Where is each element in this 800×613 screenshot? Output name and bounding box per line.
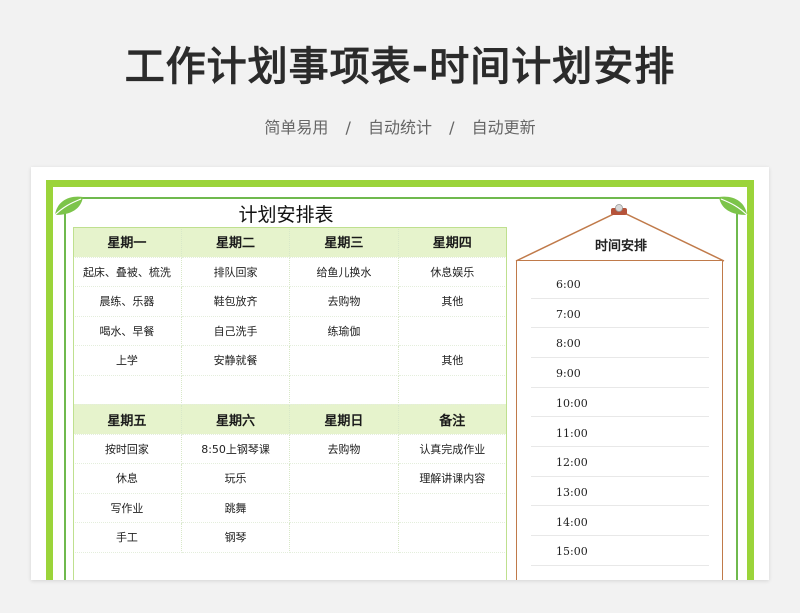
table-cell	[289, 375, 399, 405]
template-preview-card: 计划安排表 星期一 星期二 星期三 星期四 起床、叠被、梳洗 排队回家 给鱼儿换水 休息娱乐晨…	[31, 167, 769, 580]
time-row: 10:00	[531, 388, 709, 418]
table-cell: 起床、叠被、梳洗	[73, 257, 182, 287]
frame-line-right	[736, 207, 738, 580]
day-header-cell: 星期六	[181, 404, 291, 435]
page-title: 工作计划事项表-时间计划安排	[124, 44, 676, 90]
time-row: 6:00	[531, 269, 709, 299]
tag-auto-stats: 自动统计	[367, 118, 432, 137]
table-cell: 其他	[398, 286, 508, 317]
day-header-cell: 星期二	[181, 227, 291, 258]
table-cell: 认真完成作业	[398, 434, 508, 464]
table-cell	[289, 345, 399, 376]
frame-line-top	[75, 197, 726, 199]
tag-auto-update: 自动更新	[471, 118, 536, 137]
time-label: 11:00	[556, 426, 588, 440]
time-row: 15:00	[531, 536, 709, 566]
table-cell: 休息	[73, 463, 182, 494]
table-cell: 玩乐	[181, 463, 291, 494]
table-row: 上学 安静就餐 其他	[73, 345, 508, 376]
table-cell: 给鱼儿换水	[289, 257, 399, 287]
table-cell: 上学	[73, 345, 182, 376]
table-row: 休息 玩乐 理解讲课内容	[73, 463, 508, 494]
table-row: 喝水、早餐 自己洗手 练瑜伽	[73, 316, 508, 346]
table-cell: 手工	[73, 522, 182, 553]
tag-easy: 简单易用	[264, 118, 329, 137]
tag-separator: /	[449, 118, 455, 137]
time-label: 8:00	[556, 337, 581, 351]
tag-separator: /	[345, 118, 351, 137]
day-header-cell: 星期四	[398, 227, 508, 258]
table-row: 起床、叠被、梳洗 排队回家 给鱼儿换水 休息娱乐	[73, 257, 508, 287]
day-header-cell: 星期日	[289, 404, 399, 435]
table-cell: 钢琴	[181, 522, 291, 553]
time-row: 9:00	[531, 358, 709, 388]
time-row: 8:00	[531, 328, 709, 358]
table-cell: 去购物	[289, 434, 399, 464]
time-row: 11:00	[531, 418, 709, 447]
day-header-cell: 星期一	[73, 227, 182, 258]
table-cell: 休息娱乐	[398, 257, 508, 287]
frame-line-left	[64, 207, 66, 580]
plan-table: 星期一 星期二 星期三 星期四 起床、叠被、梳洗 排队回家 给鱼儿换水 休息娱乐 晨练、乐器 鞋包…	[73, 227, 508, 553]
table-cell	[398, 493, 508, 523]
table-row: 晨练、乐器 鞋包放齐 去购物 其他	[73, 286, 508, 317]
nail-icon	[611, 204, 627, 215]
table-cell: 理解讲课内容	[398, 463, 508, 494]
table-cell	[289, 493, 399, 523]
table-row	[73, 375, 508, 405]
time-label: 10:00	[556, 396, 588, 410]
table-cell: 8:50上钢琴课	[181, 434, 291, 464]
time-label: 12:00	[556, 456, 588, 470]
table-cell: 鞋包放齐	[181, 286, 291, 317]
table-cell: 安静就餐	[181, 345, 291, 376]
table-cell	[398, 522, 508, 553]
time-row: 12:00	[531, 447, 709, 477]
time-label: 9:00	[556, 367, 581, 381]
header-row: 星期五 星期六 星期日 备注	[73, 404, 508, 435]
table-row: 按时回家 8:50上钢琴课 去购物 认真完成作业	[73, 434, 508, 464]
table-cell: 自己洗手	[181, 316, 291, 346]
table-cell: 按时回家	[73, 434, 182, 464]
table-cell	[398, 375, 508, 405]
time-row: 7:00	[531, 299, 709, 329]
table-cell	[289, 463, 399, 494]
table-cell: 去购物	[289, 286, 399, 317]
time-label: 13:00	[556, 485, 588, 499]
table-cell	[289, 522, 399, 553]
leaf-icon	[54, 196, 83, 216]
table-row: 手工 钢琴	[73, 522, 508, 553]
table-cell: 排队回家	[181, 257, 291, 287]
feature-tags: 简单易用 / 自动统计 / 自动更新	[0, 114, 800, 138]
table-cell	[398, 316, 508, 346]
header-row: 星期一 星期二 星期三 星期四	[73, 227, 508, 258]
table-cell	[181, 375, 291, 405]
sheet-title: 计划安排表	[238, 204, 334, 226]
day-header-cell: 星期三	[289, 227, 399, 258]
table-cell: 练瑜伽	[289, 316, 399, 346]
day-header-cell: 星期五	[73, 404, 182, 435]
table-cell: 晨练、乐器	[73, 286, 182, 317]
time-label: 7:00	[556, 307, 581, 321]
table-cell: 写作业	[73, 493, 182, 523]
time-label: 14:00	[556, 515, 588, 529]
table-cell: 喝水、早餐	[73, 316, 182, 346]
time-label: 15:00	[556, 545, 588, 559]
table-cell	[73, 375, 182, 405]
time-label: 6:00	[556, 278, 581, 291]
table-cell: 其他	[398, 345, 508, 376]
time-row: 14:00	[531, 507, 709, 537]
table-cell: 跳舞	[181, 493, 291, 523]
schedule-title: 时间安排	[594, 239, 647, 254]
time-row: 13:00	[531, 477, 709, 507]
day-header-cell: 备注	[398, 404, 508, 435]
table-row: 写作业 跳舞	[73, 493, 508, 523]
